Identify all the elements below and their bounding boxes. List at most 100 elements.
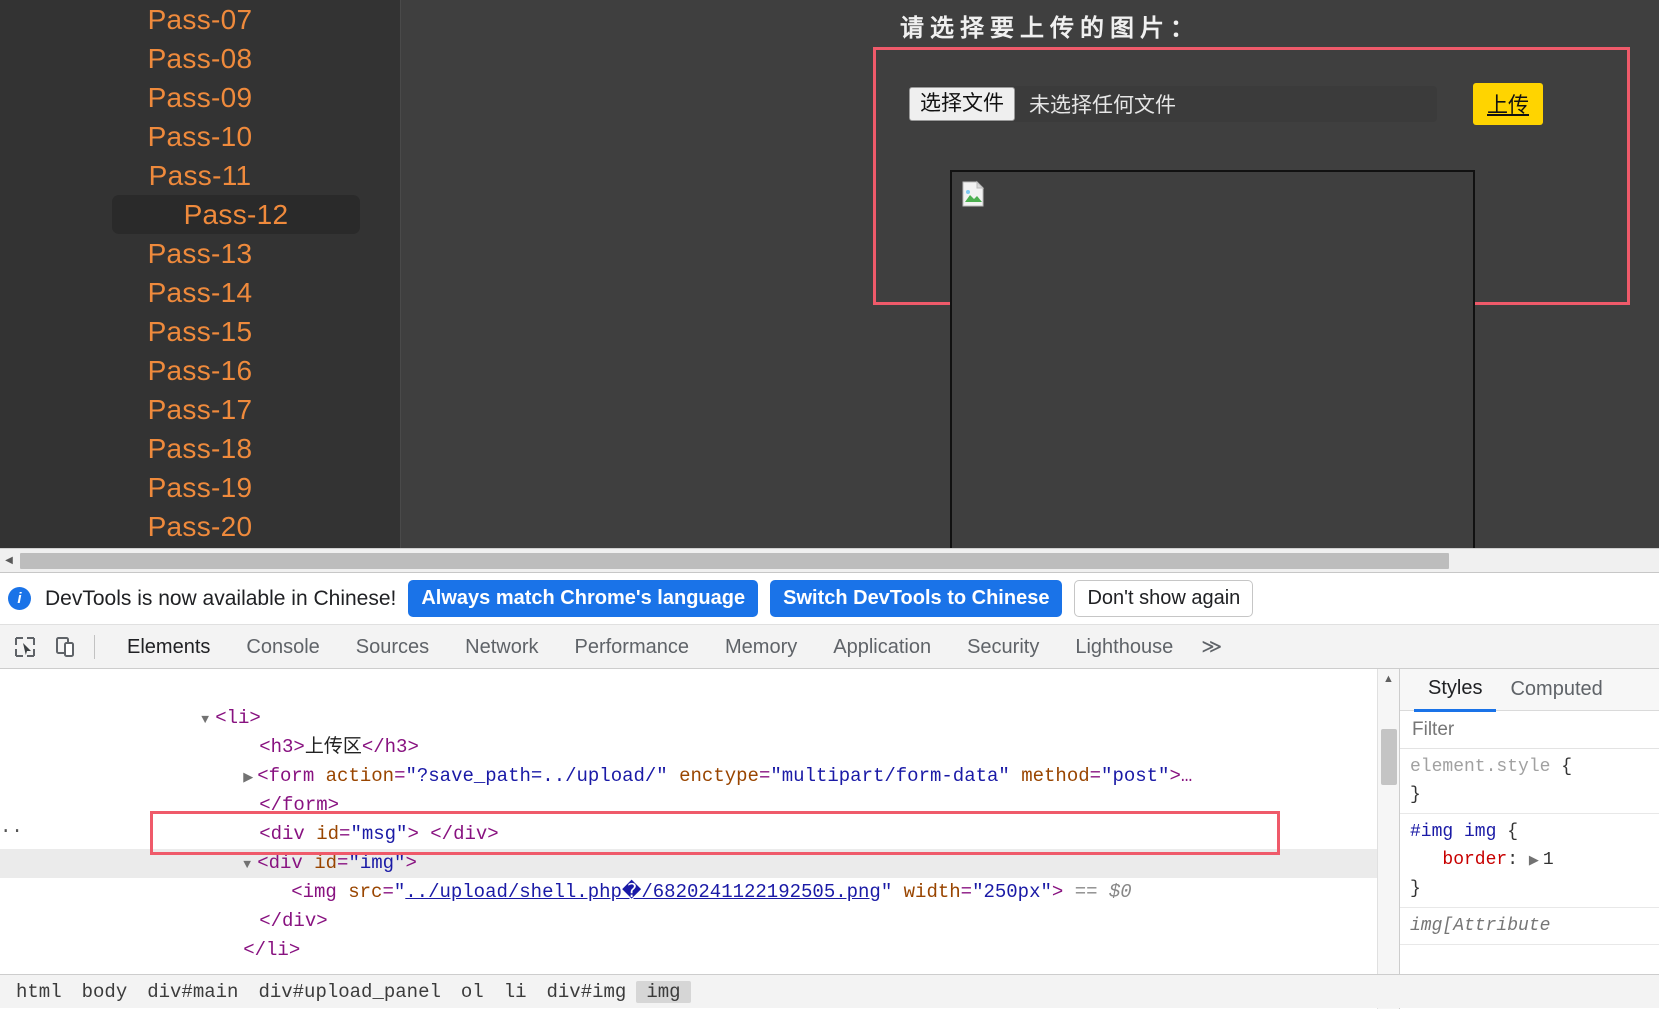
nav-item-pass-16[interactable]: Pass-16 <box>0 351 400 390</box>
nav-item-pass-13[interactable]: Pass-13 <box>0 234 400 273</box>
css-selector-img-img: #img img <box>1410 822 1497 842</box>
dom-tag-div-msg-rest: > </div> <box>407 823 499 845</box>
dom-tag-h3-open: <h3> <box>259 736 305 758</box>
tab-elements[interactable]: Elements <box>109 625 228 669</box>
dom-attr-action: action <box>325 765 395 787</box>
dom-val-method: "post" <box>1101 765 1170 787</box>
styles-filter-input[interactable]: Filter <box>1400 711 1659 749</box>
dom-tag-form-open: <form <box>257 765 326 787</box>
dom-val-width: "250px" <box>972 881 1052 903</box>
dom-val-id-img: "img" <box>348 852 406 874</box>
dom-tag-li: <li> <box>215 707 261 729</box>
css-value-border: 1 <box>1542 850 1554 870</box>
nav-item-pass-07[interactable]: Pass-07 <box>0 0 400 39</box>
collapse-triangle-icon[interactable]: ▶ <box>243 763 257 792</box>
switch-devtools-language-button[interactable]: Switch DevTools to Chinese <box>770 580 1063 617</box>
breadcrumb: html body div#main div#upload_panel ol l… <box>0 974 1659 1008</box>
css-rule-element-style[interactable]: element.style { } <box>1400 749 1659 814</box>
breadcrumb-item-div-img[interactable]: div#img <box>537 981 637 1003</box>
dom-val-src-quote-close: " <box>880 881 893 903</box>
dom-attr-id-msg: id <box>316 823 340 845</box>
dom-attr-width: width <box>903 881 961 903</box>
image-preview-frame <box>950 170 1475 548</box>
nav-item-pass-20[interactable]: Pass-20 <box>0 507 400 546</box>
horizontal-scroll-thumb[interactable] <box>20 552 1449 569</box>
scroll-left-arrow-icon[interactable]: ◀ <box>0 549 18 573</box>
dom-line-li-open[interactable]: ▼ <li> <box>0 675 1377 729</box>
dom-tag-div-msg-open: <div <box>259 823 317 845</box>
upload-heading: 请选择要上传的图片： <box>900 15 1200 42</box>
tab-console[interactable]: Console <box>228 625 337 669</box>
css-property-border[interactable]: border <box>1442 850 1507 870</box>
tab-computed[interactable]: Computed <box>1496 669 1616 710</box>
tab-styles[interactable]: Styles <box>1414 669 1497 712</box>
nav-item-pass-18[interactable]: Pass-18 <box>0 429 400 468</box>
dismiss-banner-button[interactable]: Don't show again <box>1074 580 1254 617</box>
panel-divider <box>400 0 401 548</box>
nav-item-pass-17[interactable]: Pass-17 <box>0 390 400 429</box>
dom-tag-img-end: > <box>1051 881 1064 903</box>
tab-sources[interactable]: Sources <box>338 625 447 669</box>
tab-performance[interactable]: Performance <box>557 625 708 669</box>
file-input[interactable]: 选择文件 未选择任何文件 <box>909 86 1437 122</box>
dom-ellipsis-marker: ·· <box>0 820 23 842</box>
nav-item-pass-12[interactable]: Pass-12 <box>112 195 360 234</box>
page-horizontal-scrollbar[interactable]: ◀ <box>0 548 1659 572</box>
styles-sidebar: Styles Computed Filter element.style { }… <box>1399 669 1659 1009</box>
dom-val-src-quote-open: " <box>393 881 406 903</box>
dom-attr-id-img: id <box>314 852 338 874</box>
nav-item-pass-15[interactable]: Pass-15 <box>0 312 400 351</box>
device-toolbar-icon[interactable] <box>48 630 82 664</box>
dom-attr-src: src <box>348 881 383 903</box>
css-expand-triangle-icon[interactable]: ▶ <box>1529 847 1543 875</box>
info-icon: i <box>8 587 31 610</box>
breadcrumb-item-ol[interactable]: ol <box>451 981 494 1003</box>
language-banner: i DevTools is now available in Chinese! … <box>0 573 1659 625</box>
dom-tag-div-closing: </div> <box>259 910 328 932</box>
breadcrumb-item-html[interactable]: html <box>6 981 72 1003</box>
tab-memory[interactable]: Memory <box>707 625 815 669</box>
dom-attr-enctype: enctype <box>679 765 759 787</box>
nav-item-pass-08[interactable]: Pass-08 <box>0 39 400 78</box>
choose-file-button[interactable]: 选择文件 <box>909 87 1015 121</box>
tab-separator <box>94 634 95 659</box>
always-match-language-button[interactable]: Always match Chrome's language <box>408 580 759 617</box>
broken-image-icon <box>962 180 985 207</box>
devtools-body: ▼ <li> <h3>上传区</h3> ▶ <form action="?save_… <box>0 669 1659 1009</box>
dom-scroll-thumb[interactable] <box>1381 729 1397 785</box>
dom-src-link[interactable]: ../upload/shell.php�/6820241122192505.pn… <box>405 881 881 903</box>
breadcrumb-item-div-main[interactable]: div#main <box>137 981 248 1003</box>
css-open-brace-1: { <box>1550 757 1573 777</box>
scroll-up-arrow-icon[interactable]: ▲ <box>1378 669 1399 689</box>
dom-tree-pane[interactable]: ▼ <li> <h3>上传区</h3> ▶ <form action="?save_… <box>0 669 1377 1009</box>
nav-item-pass-10[interactable]: Pass-10 <box>0 117 400 156</box>
css-selector-element-style: element.style <box>1410 757 1551 777</box>
nav-item-pass-14[interactable]: Pass-14 <box>0 273 400 312</box>
dom-text-h3: 上传区 <box>304 736 362 758</box>
expand-triangle-icon[interactable]: ▼ <box>201 705 215 734</box>
inspect-element-icon[interactable] <box>8 630 42 664</box>
dom-tag-form-closing: </form> <box>259 794 340 816</box>
nav-item-pass-11[interactable]: Pass-11 <box>0 156 400 195</box>
nav-item-pass-19[interactable]: Pass-19 <box>0 468 400 507</box>
breadcrumb-item-div-upload-panel[interactable]: div#upload_panel <box>248 981 450 1003</box>
dom-val-action: "?save_path=../upload/" <box>405 765 668 787</box>
tab-security[interactable]: Security <box>949 625 1057 669</box>
upload-submit-button[interactable]: 上传 <box>1473 83 1543 125</box>
dom-tree-scrollbar[interactable]: ▲ ▼ <box>1377 669 1399 1009</box>
css-rule-img-attribute[interactable]: img[Attribute <box>1400 908 1659 945</box>
tab-application[interactable]: Application <box>815 625 949 669</box>
css-rule-img-img[interactable]: #img img { border: ▶ 1 } <box>1400 814 1659 908</box>
breadcrumb-item-img[interactable]: img <box>636 980 691 1003</box>
tab-network[interactable]: Network <box>447 625 556 669</box>
tab-lighthouse[interactable]: Lighthouse <box>1057 625 1191 669</box>
breadcrumb-item-body[interactable]: body <box>72 981 138 1003</box>
pass-navigation-list: Pass-07 Pass-08 Pass-09 Pass-10 Pass-11 … <box>0 0 400 548</box>
upload-panel: 请选择要上传的图片： 选择文件 未选择任何文件 上传 <box>400 0 1659 548</box>
tab-overflow-icon[interactable]: ≫ <box>1191 634 1232 659</box>
breadcrumb-item-li[interactable]: li <box>494 981 537 1003</box>
nav-item-pass-09[interactable]: Pass-09 <box>0 78 400 117</box>
dom-tag-div-img-end: > <box>405 852 417 874</box>
browser-page-viewport: Pass-07 Pass-08 Pass-09 Pass-10 Pass-11 … <box>0 0 1659 548</box>
expand-triangle-img-icon[interactable]: ▼ <box>243 850 257 879</box>
